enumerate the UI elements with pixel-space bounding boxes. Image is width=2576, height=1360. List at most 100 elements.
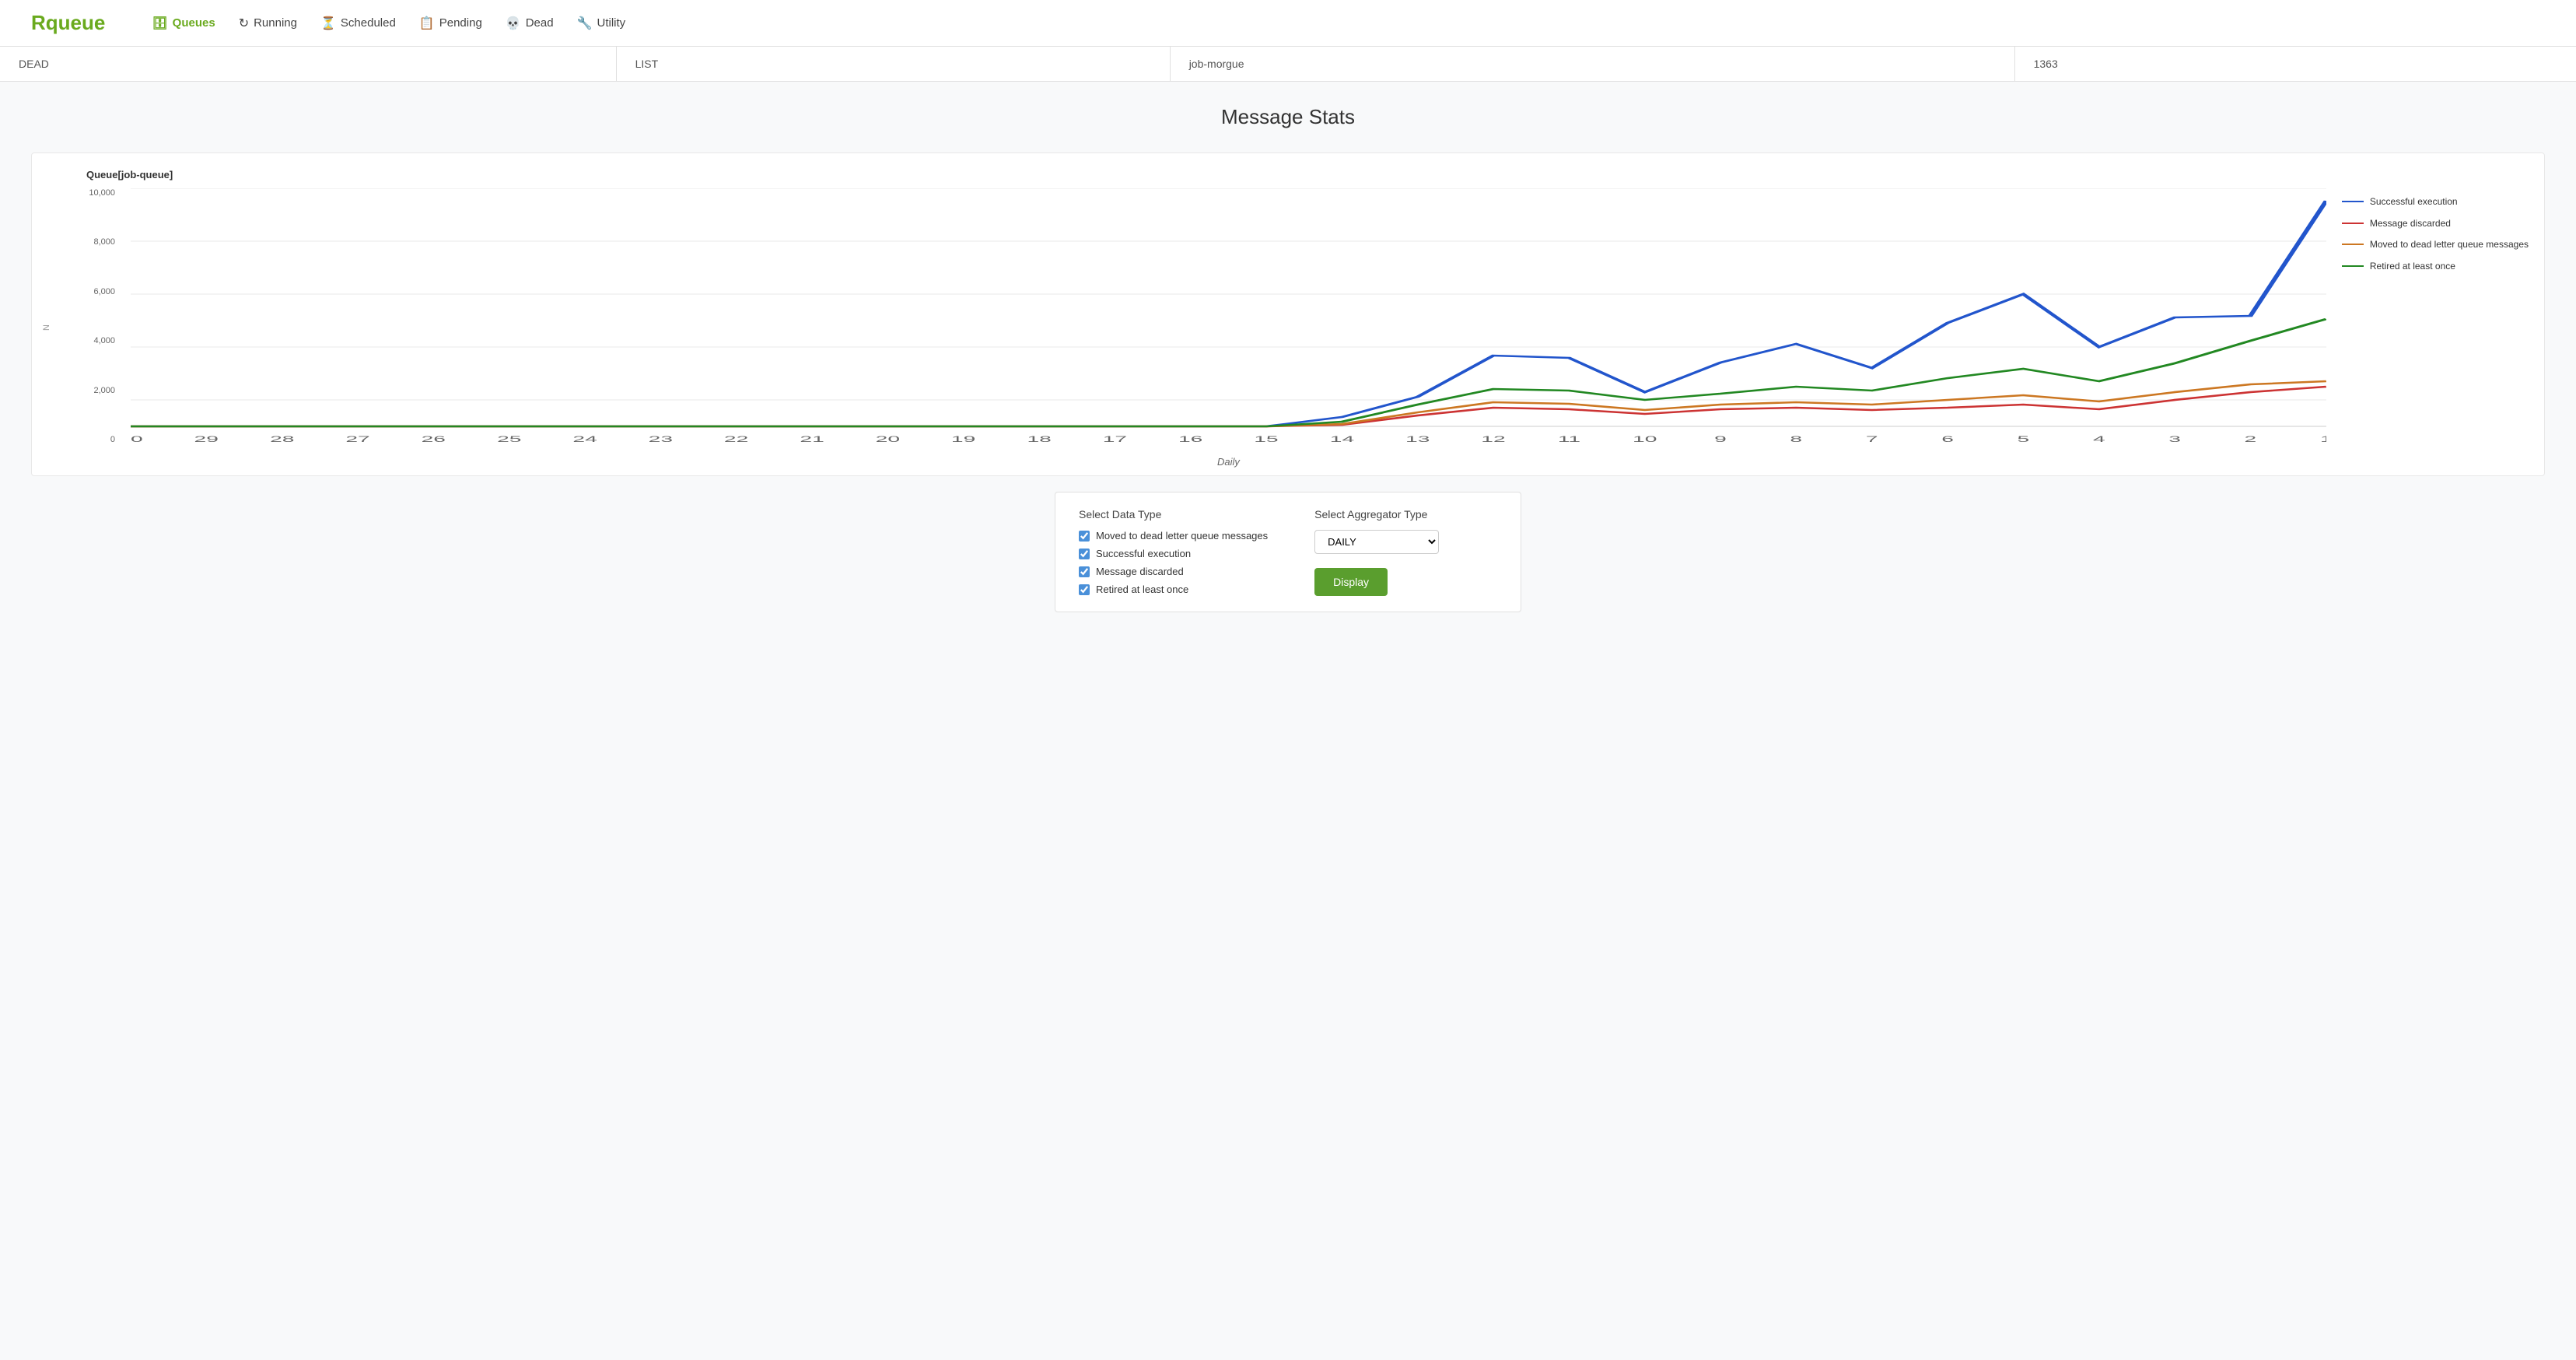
legend-dead-letter: Moved to dead letter queue messages (2342, 239, 2529, 251)
chart-plot-area: 30 29 28 27 26 25 24 23 22 21 20 19 18 1… (131, 188, 2326, 468)
checkbox-dead-letter-input[interactable] (1079, 531, 1090, 542)
checkbox-dead-letter[interactable]: Moved to dead letter queue messages (1079, 530, 1268, 542)
svg-text:19: 19 (951, 434, 975, 443)
y-label-2000: 2,000 (93, 386, 115, 395)
svg-text:27: 27 (345, 434, 369, 443)
nav-dead[interactable]: 💀 Dead (506, 12, 554, 34)
stats-section: Message Stats Queue[job-queue] N 10,000 … (0, 82, 2576, 628)
svg-text:30: 30 (131, 434, 143, 443)
checkbox-discarded-text: Message discarded (1096, 566, 1184, 577)
stats-title: Message Stats (31, 105, 2545, 129)
svg-text:29: 29 (194, 434, 219, 443)
svg-text:18: 18 (1027, 434, 1051, 443)
checkbox-successful-text: Successful execution (1096, 548, 1191, 559)
legend-retired: Retired at least once (2342, 261, 2529, 273)
aggregator-label: Select Aggregator Type (1314, 508, 1439, 521)
nav-utility[interactable]: 🔧 Utility (577, 12, 626, 34)
checkbox-discarded-input[interactable] (1079, 566, 1090, 577)
legend-line-successful (2342, 201, 2364, 202)
table-cell-name: job-morgue (1170, 47, 2014, 81)
svg-text:7: 7 (1866, 434, 1878, 443)
aggregator-select[interactable]: DAILY WEEKLY MONTHLY (1314, 530, 1439, 554)
svg-text:3: 3 (2168, 434, 2181, 443)
app-logo: Rqueue (31, 11, 105, 35)
nav-queues[interactable]: 🗄 Queues (152, 12, 215, 34)
scheduled-icon: ⏳ (320, 16, 336, 31)
checkbox-retired[interactable]: Retired at least once (1079, 584, 1268, 595)
svg-text:23: 23 (649, 434, 673, 443)
checkbox-dead-letter-text: Moved to dead letter queue messages (1096, 530, 1268, 542)
legend-line-retired (2342, 265, 2364, 267)
table-row: DEAD LIST job-morgue 1363 (0, 47, 2576, 81)
main-nav: 🗄 Queues ↻ Running ⏳ Scheduled 📋 Pending… (152, 12, 625, 34)
legend-label-discarded: Message discarded (2370, 218, 2451, 230)
checkbox-successful[interactable]: Successful execution (1079, 548, 1268, 559)
svg-text:5: 5 (2017, 434, 2029, 443)
y-label-6000: 6,000 (93, 287, 115, 296)
pending-icon: 📋 (419, 16, 435, 31)
nav-running[interactable]: ↻ Running (239, 12, 297, 34)
svg-text:24: 24 (572, 434, 597, 443)
checkbox-retired-text: Retired at least once (1096, 584, 1188, 595)
legend-successful: Successful execution (2342, 196, 2529, 209)
legend-line-discarded (2342, 223, 2364, 224)
y-label-0: 0 (110, 435, 115, 444)
svg-text:11: 11 (1558, 434, 1580, 443)
legend-line-dead-letter (2342, 244, 2364, 245)
table-cell-structure: LIST (616, 47, 1170, 81)
line-successful (131, 201, 2326, 426)
svg-text:4: 4 (2093, 434, 2105, 443)
legend-label-dead-letter: Moved to dead letter queue messages (2370, 239, 2529, 251)
svg-text:16: 16 (1178, 434, 1202, 443)
display-button[interactable]: Display (1314, 568, 1388, 596)
svg-text:21: 21 (800, 434, 824, 443)
app-header: Rqueue 🗄 Queues ↻ Running ⏳ Scheduled 📋 … (0, 0, 2576, 47)
svg-text:9: 9 (1714, 434, 1727, 443)
svg-text:8: 8 (1790, 434, 1802, 443)
dead-icon: 💀 (506, 16, 521, 31)
table-cell-type: DEAD (0, 47, 616, 81)
checkbox-successful-input[interactable] (1079, 549, 1090, 559)
svg-text:25: 25 (497, 434, 521, 443)
controls-panel: Select Data Type Moved to dead letter qu… (1055, 492, 1521, 612)
svg-text:28: 28 (270, 434, 294, 443)
legend-label-successful: Successful execution (2370, 196, 2458, 209)
legend-label-retired: Retired at least once (2370, 261, 2455, 273)
checkbox-discarded[interactable]: Message discarded (1079, 566, 1268, 577)
svg-text:13: 13 (1405, 434, 1430, 443)
y-label-4000: 4,000 (93, 336, 115, 345)
chart-inner: N 10,000 8,000 6,000 4,000 2,000 0 (40, 188, 2529, 468)
y-labels: 10,000 8,000 6,000 4,000 2,000 0 (72, 188, 115, 468)
svg-text:20: 20 (876, 434, 900, 443)
line-dead-letter (131, 381, 2326, 426)
queue-table: DEAD LIST job-morgue 1363 (0, 47, 2576, 81)
aggregator-group: Select Aggregator Type DAILY WEEKLY MONT… (1314, 508, 1439, 596)
utility-icon: 🔧 (577, 16, 593, 31)
nav-pending[interactable]: 📋 Pending (419, 12, 482, 34)
svg-text:15: 15 (1254, 434, 1278, 443)
running-icon: ↻ (239, 16, 249, 31)
y-label-10000: 10,000 (89, 188, 115, 198)
svg-text:10: 10 (1633, 434, 1657, 443)
svg-text:1: 1 (2320, 434, 2326, 443)
svg-text:12: 12 (1481, 434, 1505, 443)
data-type-label: Select Data Type (1079, 508, 1268, 521)
line-retired (131, 319, 2326, 426)
line-discarded (131, 387, 2326, 426)
checkbox-retired-input[interactable] (1079, 584, 1090, 595)
svg-text:2: 2 (2244, 434, 2256, 443)
chart-svg-element: 30 29 28 27 26 25 24 23 22 21 20 19 18 1… (131, 188, 2326, 453)
data-type-group: Select Data Type Moved to dead letter qu… (1079, 508, 1268, 596)
svg-text:14: 14 (1330, 434, 1354, 443)
chart-title: Queue[job-queue] (86, 169, 2529, 181)
y-label-8000: 8,000 (93, 237, 115, 247)
nav-scheduled[interactable]: ⏳ Scheduled (320, 12, 396, 34)
chart-container: Queue[job-queue] N 10,000 8,000 6,000 4,… (31, 152, 2545, 476)
svg-text:22: 22 (724, 434, 748, 443)
svg-text:17: 17 (1103, 434, 1127, 443)
legend-discarded: Message discarded (2342, 218, 2529, 230)
y-axis-label: N (40, 188, 54, 468)
table-cell-count: 1363 (2014, 47, 2576, 81)
svg-text:26: 26 (422, 434, 446, 443)
queue-table-section: DEAD LIST job-morgue 1363 (0, 47, 2576, 82)
